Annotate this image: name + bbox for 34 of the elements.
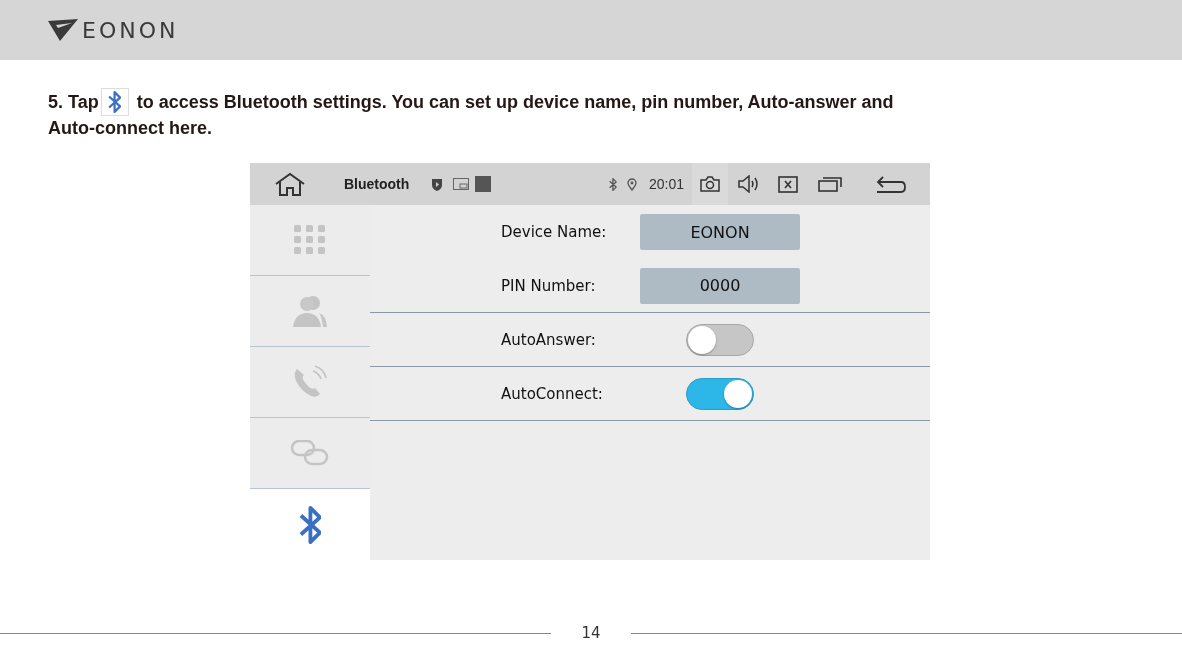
input-field[interactable]: EONON [640, 214, 800, 250]
camera-icon [700, 176, 720, 192]
toggle-switch[interactable] [686, 323, 754, 356]
setting-label: PIN Number: [501, 276, 597, 295]
contacts-icon [293, 295, 327, 327]
screen-title: Bluetooth [344, 176, 410, 192]
dialpad-icon [294, 225, 326, 255]
bluetooth-icon [298, 505, 322, 544]
location-icon [626, 177, 637, 191]
volume-icon[interactable] [738, 175, 760, 193]
page-number: 14 [580, 624, 602, 642]
link-icon [291, 440, 329, 466]
phone-icon [293, 365, 327, 399]
logo-text: EONON [82, 17, 179, 43]
home-icon[interactable] [274, 172, 306, 196]
instruction-text: 5. Tap [48, 90, 99, 114]
setting-label: AutoAnswer: [501, 330, 597, 349]
toggle-switch[interactable] [686, 377, 754, 410]
bluetooth-icon [108, 91, 122, 113]
logo-mark-icon [48, 19, 78, 41]
instruction-text: to access Bluetooth settings. You can set up device name, pin number, Auto-answer and [136, 90, 894, 114]
back-icon[interactable] [876, 175, 906, 193]
windows-icon[interactable] [818, 176, 842, 192]
square-icon [475, 176, 492, 192]
camera-button[interactable] [692, 163, 728, 205]
window-icon [453, 178, 470, 190]
bluetooth-status-icon [609, 177, 617, 191]
clock-time: 20:01 [648, 176, 684, 192]
instruction-text: Auto-connect here. [48, 117, 212, 140]
close-icon[interactable] [778, 175, 798, 193]
setting-label: AutoConnect: [501, 384, 604, 403]
setting-label: Device Name: [501, 223, 608, 241]
shield-play-icon [431, 177, 444, 191]
input-field[interactable]: 0000 [640, 267, 800, 304]
